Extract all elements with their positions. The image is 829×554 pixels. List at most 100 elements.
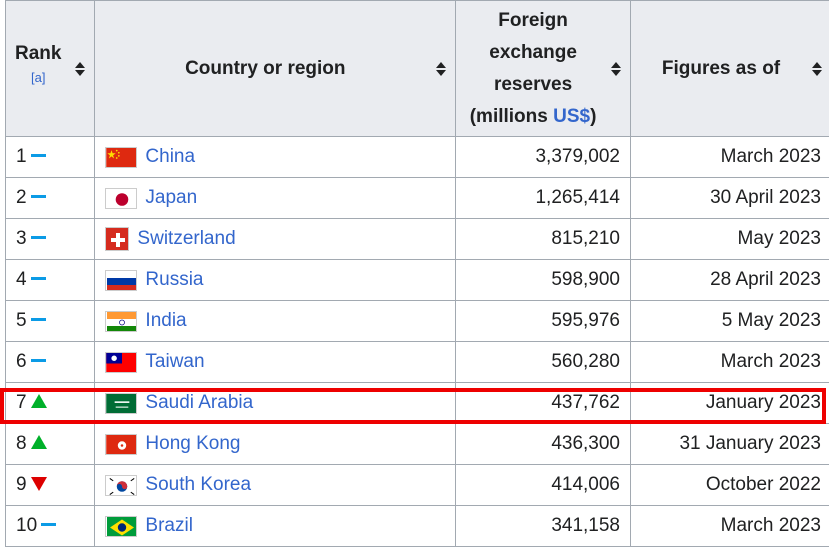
reserves-cell: 1,265,414: [455, 177, 631, 219]
rank-cell: 10: [4, 505, 96, 547]
figures-date-cell: 5 May 2023: [630, 300, 829, 342]
country-link[interactable]: India: [145, 310, 186, 332]
country-link[interactable]: Hong Kong: [145, 433, 240, 455]
rank-value: 7: [16, 392, 27, 413]
table-row: 9 South Korea 414,006 October 2022: [4, 464, 829, 506]
country-link[interactable]: Japan: [145, 187, 197, 209]
figures-date-cell: 30 April 2023: [630, 177, 829, 219]
reserves-cell: 815,210: [455, 218, 631, 260]
rank-unchanged-icon: [30, 236, 46, 240]
country-cell: China: [94, 136, 457, 178]
figures-header[interactable]: Figures as of: [630, 0, 829, 137]
reserves-cell: 341,158: [455, 505, 631, 547]
rank-unchanged-icon: [30, 154, 46, 158]
country-link[interactable]: Brazil: [145, 515, 193, 537]
table-row: 5 India 595,976 5 May 2023: [4, 300, 829, 342]
sort-icon[interactable]: [75, 61, 86, 76]
rank-unchanged-icon: [30, 277, 46, 281]
figures-date-cell: 31 January 2023: [630, 423, 829, 465]
country-cell: South Korea: [94, 464, 457, 506]
table-row: 10 Brazil 341,158 March 2023: [4, 505, 829, 547]
rank-cell: 6: [4, 341, 96, 383]
rank-footnote-link[interactable]: [a]: [31, 70, 45, 85]
country-header[interactable]: Country or region: [94, 0, 457, 137]
country-link[interactable]: Russia: [145, 269, 203, 291]
rank-cell: 4: [4, 259, 96, 301]
country-link[interactable]: Switzerland: [137, 228, 235, 250]
reserves-header-line: (millions US$): [470, 101, 597, 133]
figures-date-cell: March 2023: [630, 341, 829, 383]
rank-down-icon: [30, 476, 47, 491]
reserves-header[interactable]: Foreign exchange reserves (millions US$): [455, 0, 631, 137]
rank-up-icon: [30, 393, 47, 408]
country-cell: Brazil: [94, 505, 457, 547]
russia-flag-icon: [105, 269, 138, 291]
reserves-cell: 436,300: [455, 423, 631, 465]
rank-header[interactable]: Rank [a]: [4, 0, 96, 137]
rank-cell: 9: [4, 464, 96, 506]
rank-value: 10: [16, 515, 38, 536]
rank-unchanged-icon: [30, 195, 46, 199]
hong-kong-flag-icon: [105, 433, 138, 455]
figures-date-cell: January 2023: [630, 382, 829, 424]
figures-header-label: Figures as of: [661, 57, 781, 79]
rank-cell: 8: [4, 423, 96, 465]
country-link[interactable]: Saudi Arabia: [145, 392, 253, 414]
table-row: 8 Hong Kong 436,300 31 January 2023: [4, 423, 829, 465]
figures-date-cell: May 2023: [630, 218, 829, 260]
country-cell: India: [94, 300, 457, 342]
rank-value: 1: [16, 146, 27, 167]
sort-icon[interactable]: [812, 61, 822, 76]
rank-header-label: Rank: [15, 42, 62, 64]
reserves-cell: 560,280: [455, 341, 631, 383]
reserves-header-line: reserves: [493, 73, 573, 95]
rank-unchanged-icon: [30, 359, 46, 363]
rank-cell: 1: [4, 136, 96, 178]
rank-value: 8: [16, 433, 27, 454]
reserves-cell: 437,762: [455, 382, 631, 424]
table-row: 4 Russia 598,900 28 April 2023: [4, 259, 829, 301]
country-header-label: Country or region: [185, 57, 346, 79]
table-row: 7 Saudi Arabia 437,762 January 2023: [4, 382, 829, 424]
rank-value: 9: [16, 474, 27, 495]
taiwan-flag-icon: [105, 351, 138, 373]
rank-unchanged-icon: [41, 523, 57, 527]
country-cell: Taiwan: [94, 341, 457, 383]
rank-value: 5: [16, 310, 27, 331]
japan-flag-icon: [105, 187, 138, 209]
reserves-table: Rank [a] Country or region Foreign excha…: [4, 0, 829, 547]
rank-cell: 3: [4, 218, 96, 260]
country-cell: Saudi Arabia: [94, 382, 457, 424]
reserves-cell: 414,006: [455, 464, 631, 506]
rank-value: 6: [16, 351, 27, 372]
sort-icon[interactable]: [611, 61, 621, 76]
country-cell: Hong Kong: [94, 423, 457, 465]
table-row: 1 China 3,379,002 March 2023: [4, 136, 829, 178]
switzerland-flag-icon: [105, 227, 130, 251]
reserves-cell: 598,900: [455, 259, 631, 301]
table-row: 6 Taiwan 560,280 March 2023: [4, 341, 829, 383]
sort-icon[interactable]: [436, 61, 447, 76]
reserves-units-prefix: (millions: [469, 105, 554, 127]
south-korea-flag-icon: [105, 474, 138, 496]
table-row: 2 Japan 1,265,414 30 April 2023: [4, 177, 829, 219]
brazil-flag-icon: [105, 515, 138, 537]
reserves-header-line: Foreign: [498, 9, 568, 31]
country-link[interactable]: South Korea: [145, 474, 251, 496]
country-cell: Switzerland: [94, 218, 457, 260]
rank-up-icon: [30, 434, 47, 449]
rank-cell: 5: [4, 300, 96, 342]
rank-cell: 2: [4, 177, 96, 219]
reserves-header-line: exchange: [489, 41, 577, 63]
country-cell: Russia: [94, 259, 457, 301]
rank-value: 3: [16, 228, 27, 249]
country-link[interactable]: Taiwan: [145, 351, 204, 373]
rank-value: 4: [16, 269, 27, 290]
rank-value: 2: [16, 187, 27, 208]
usd-link[interactable]: US$: [553, 106, 590, 127]
country-link[interactable]: China: [145, 146, 195, 168]
saudi-arabia-flag-icon: [105, 392, 138, 414]
figures-date-cell: October 2022: [630, 464, 829, 506]
reserves-cell: 595,976: [455, 300, 631, 342]
figures-date-cell: March 2023: [630, 505, 829, 547]
